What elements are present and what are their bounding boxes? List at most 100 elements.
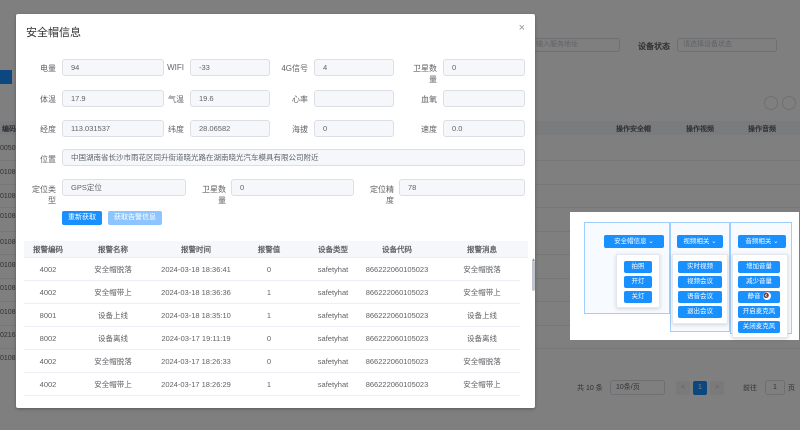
table-cell: 8002 — [39, 334, 57, 343]
mute-button[interactable]: 静音 🔇 — [738, 291, 780, 303]
dropdown-label: 安全帽信息 — [614, 238, 647, 245]
table-cell: 1 — [266, 311, 272, 320]
oxygen-label: 血氧 — [421, 95, 437, 104]
dropdown-label: 音频相关 — [745, 238, 772, 245]
power-label: 电量 — [40, 64, 56, 73]
table-cell: 安全帽带上 — [463, 288, 501, 297]
refresh-button[interactable]: 重新获取 — [62, 211, 102, 225]
signal-field[interactable]: 4 — [314, 59, 394, 76]
table-row: 8002 设备离线 2024-03-17 19:11:19 0 safetyhat 866… — [24, 327, 520, 350]
header-cell: 报警值 — [257, 245, 281, 254]
air-temp-field[interactable]: 19.6 — [190, 90, 270, 107]
air-temp-label: 气温 — [168, 95, 184, 104]
heart-rate-label: 心率 — [292, 95, 308, 104]
table-cell: 设备离线 — [98, 334, 128, 343]
close-icon[interactable]: × — [519, 22, 525, 34]
table-cell: 设备上线 — [98, 311, 128, 320]
volume-up-button[interactable]: 增加音量 — [738, 261, 780, 273]
latitude-label: 纬度 — [168, 125, 184, 134]
chevron-down-icon: ⌄ — [773, 238, 779, 245]
video-dropdown[interactable]: 视频相关 ⌄ — [677, 235, 723, 248]
header-cell: 报警编码 — [33, 245, 63, 254]
mic-off-button[interactable]: 关闭麦克风 — [738, 321, 780, 333]
table-cell: 0 — [266, 265, 272, 274]
table-cell: 2024-03-18 18:36:41 — [161, 265, 231, 274]
header-cell: 报警名称 — [98, 245, 128, 254]
table-cell: 4002 — [39, 265, 57, 274]
table-cell: 安全帽脱落 — [94, 357, 132, 366]
table-cell: 4002 — [39, 288, 57, 297]
light-on-button[interactable]: 开灯 — [624, 276, 652, 288]
heart-rate-field[interactable] — [314, 90, 394, 107]
audio-dropdown[interactable]: 音频相关 ⌄ — [738, 235, 786, 248]
table-cell: 866222060105023 — [365, 334, 429, 343]
position-field[interactable]: 中国湖南省长沙市雨花区同升街道晓光路在湖南晓光汽车模具有限公司附近 — [62, 149, 525, 166]
table-cell: 2024-03-17 19:11:19 — [161, 334, 231, 343]
table-cell: 1 — [266, 380, 272, 389]
longitude-label: 经度 — [40, 125, 56, 134]
table-cell: safetyhat — [317, 311, 349, 320]
oxygen-field[interactable] — [443, 90, 525, 107]
position-type-field[interactable]: GPS定位 — [62, 179, 186, 196]
header-cell: 报警时间 — [181, 245, 211, 254]
mute-label: 静音 — [747, 293, 761, 300]
table-row: 4002 安全帽脱落 2024-03-17 18:26:33 0 safetyhat 86… — [24, 350, 520, 373]
satellite-label: 卫星数量 — [413, 64, 437, 84]
body-temp-field[interactable]: 17.9 — [62, 90, 164, 107]
table-row: 4002 安全帽带上 2024-03-18 18:36:36 1 safetyhat 86… — [24, 281, 520, 304]
table-cell: 2024-03-17 18:26:29 — [161, 380, 231, 389]
dropdown-label: 视频相关 — [683, 238, 710, 245]
get-alarm-button[interactable]: 获取告警信息 — [108, 211, 162, 225]
table-cell: 0 — [266, 334, 272, 343]
table-cell: safetyhat — [317, 288, 349, 297]
exit-meeting-button[interactable]: 退出会议 — [678, 306, 722, 318]
table-scrollbar[interactable] — [532, 261, 535, 291]
voice-meeting-button[interactable]: 语音会议 — [678, 291, 722, 303]
position-type-label: 定位类型 — [32, 185, 56, 205]
power-field[interactable]: 94 — [62, 59, 164, 76]
wifi-label: WIFI — [167, 63, 184, 72]
light-off-button[interactable]: 关灯 — [624, 291, 652, 303]
table-cell: safetyhat — [317, 334, 349, 343]
table-cell: 安全帽带上 — [463, 380, 501, 389]
wifi-field[interactable]: -33 — [190, 59, 270, 76]
table-cell: 0 — [266, 357, 272, 366]
operation-menu-panel: 安全帽信息 ⌄ 视频相关 ⌄ 音频相关 ⌄ 拍照 开灯 关灯 实时视频 视频会议… — [570, 212, 799, 340]
table-cell: 2024-03-18 18:35:10 — [161, 311, 231, 320]
satellite-field[interactable]: 0 — [443, 59, 525, 76]
mute-icon: 🔇 — [762, 292, 771, 301]
helmet-info-dialog: 安全帽信息 × 电量 94 WIFI -33 4G信号 4 卫星数量 0 体温 … — [16, 14, 535, 408]
photo-button[interactable]: 拍照 — [624, 261, 652, 273]
video-meeting-button[interactable]: 视频会议 — [678, 276, 722, 288]
satellite-count-field[interactable]: 0 — [231, 179, 354, 196]
latitude-field[interactable]: 28.06582 — [190, 120, 270, 137]
altitude-field[interactable]: 0 — [314, 120, 394, 137]
table-cell: 安全帽脱落 — [94, 265, 132, 274]
helmet-info-dropdown[interactable]: 安全帽信息 ⌄ — [604, 235, 664, 248]
chevron-down-icon: ⌄ — [648, 238, 654, 245]
header-cell: 设备代码 — [382, 245, 412, 254]
precision-label: 定位精度 — [370, 185, 394, 205]
live-video-button[interactable]: 实时视频 — [678, 261, 722, 273]
precision-field[interactable]: 78 — [399, 179, 525, 196]
chevron-down-icon: ⌄ — [711, 238, 717, 245]
header-cell: 设备类型 — [318, 245, 348, 254]
table-cell: 安全帽带上 — [94, 288, 132, 297]
table-cell: 4002 — [39, 380, 57, 389]
mic-on-button[interactable]: 开启麦克风 — [738, 306, 780, 318]
table-cell: 安全帽脱落 — [463, 265, 501, 274]
position-label: 位置 — [40, 155, 56, 164]
table-cell: 866222060105023 — [365, 265, 429, 274]
satellite-count-label: 卫星数量 — [202, 185, 226, 205]
table-cell: 2024-03-17 18:26:33 — [161, 357, 231, 366]
table-cell: 设备上线 — [467, 311, 497, 320]
body-temp-label: 体温 — [40, 95, 56, 104]
longitude-field[interactable]: 113.031537 — [62, 120, 164, 137]
table-row: 4002 安全帽脱落 2024-03-18 18:36:41 0 safetyhat 86… — [24, 258, 520, 281]
table-cell: 8001 — [39, 311, 57, 320]
table-cell: 866222060105023 — [365, 288, 429, 297]
volume-down-button[interactable]: 减少音量 — [738, 276, 780, 288]
table-cell: 866222060105023 — [365, 357, 429, 366]
speed-field[interactable]: 0.0 — [443, 120, 525, 137]
table-cell: 866222060105023 — [365, 311, 429, 320]
